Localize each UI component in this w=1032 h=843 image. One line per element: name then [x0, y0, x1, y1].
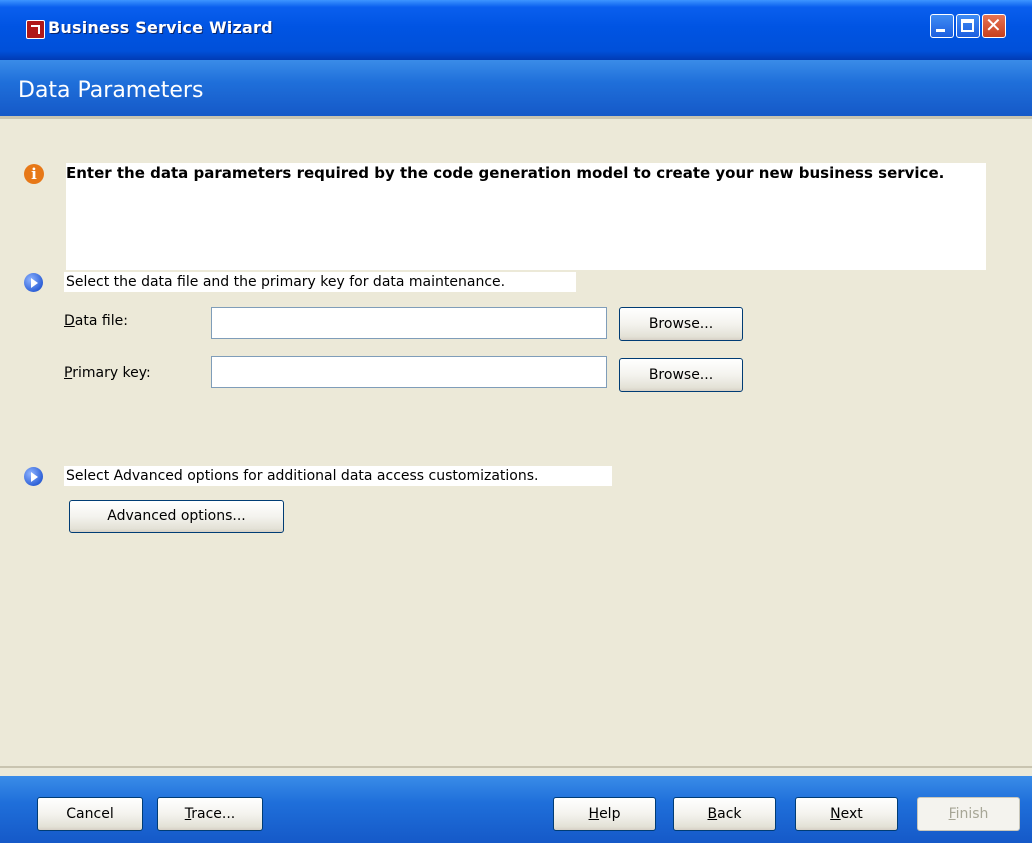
window-title: Business Service Wizard — [48, 18, 273, 37]
primary-key-input[interactable] — [211, 356, 607, 388]
primary-key-label-mnemonic: P — [64, 365, 73, 381]
close-icon: ✕ — [985, 13, 1002, 37]
step-advanced-text: Select Advanced options for additional d… — [64, 466, 612, 486]
next-label: ext — [840, 806, 863, 822]
data-file-browse-button[interactable]: Browse... — [619, 307, 743, 341]
data-file-label-text: ata file: — [74, 313, 128, 329]
info-icon: i — [24, 164, 44, 184]
trace-button[interactable]: Trace... — [157, 797, 263, 831]
cancel-button[interactable]: Cancel — [37, 797, 143, 831]
finish-button[interactable]: Finish — [917, 797, 1020, 831]
next-button[interactable]: Next — [795, 797, 898, 831]
help-mnemonic: H — [588, 806, 600, 822]
arrow-right-icon — [24, 273, 43, 292]
minimize-button[interactable] — [930, 14, 954, 38]
primary-key-label-text: rimary key: — [72, 365, 151, 381]
data-file-label-mnemonic: D — [64, 313, 75, 329]
arrow-right-icon — [24, 467, 43, 486]
back-mnemonic: B — [707, 806, 718, 822]
maximize-icon — [961, 19, 974, 32]
title-bar[interactable]: Business Service Wizard ✕ — [0, 0, 1032, 60]
page-title: Data Parameters — [18, 78, 204, 103]
primary-key-label: Primary key: — [64, 365, 151, 381]
header-divider — [0, 116, 1032, 119]
step-data-text: Select the data file and the primary key… — [64, 272, 576, 292]
data-file-input[interactable] — [211, 307, 607, 339]
back-button[interactable]: Back — [673, 797, 776, 831]
wizard-window: Business Service Wizard ✕ Data Parameter… — [0, 0, 1032, 843]
next-mnemonic: N — [830, 806, 841, 822]
data-file-label: Data file: — [64, 313, 128, 329]
cancel-label: Cancel — [66, 806, 114, 822]
footer-divider — [0, 766, 1032, 768]
finish-label: inish — [955, 806, 989, 822]
data-file-browse-label: Browse... — [648, 316, 714, 332]
primary-key-browse-button[interactable]: Browse... — [619, 358, 743, 392]
advanced-options-label: Advanced options... — [107, 508, 246, 524]
close-button[interactable]: ✕ — [982, 13, 1006, 38]
app-icon — [26, 20, 45, 39]
help-button[interactable]: Help — [553, 797, 656, 831]
trace-label: race... — [191, 806, 236, 822]
primary-key-browse-label: Browse... — [648, 367, 714, 383]
advanced-options-button[interactable]: Advanced options... — [69, 500, 284, 533]
info-text: Enter the data parameters required by th… — [66, 164, 945, 182]
back-label: ack — [717, 806, 742, 822]
finish-mnemonic: F — [948, 806, 956, 822]
minimize-icon — [936, 29, 945, 32]
help-label: elp — [599, 806, 621, 822]
maximize-button[interactable] — [956, 14, 980, 38]
